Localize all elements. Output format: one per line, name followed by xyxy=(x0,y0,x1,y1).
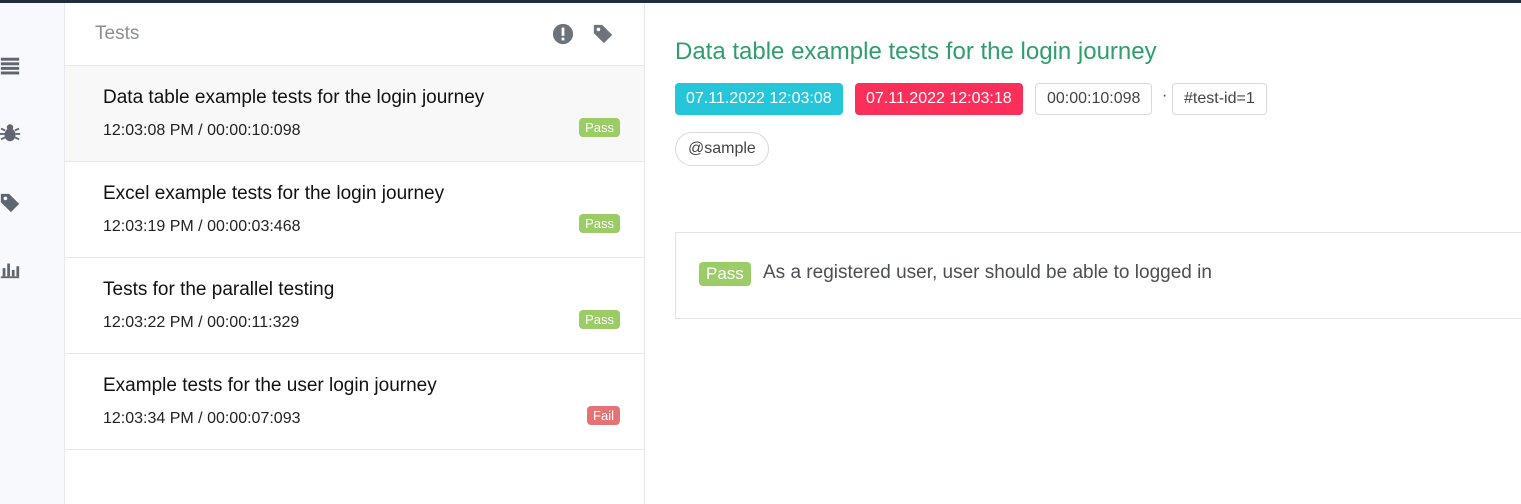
test-name: Example tests for the user login journey xyxy=(103,375,437,396)
test-list-item[interactable]: Excel example tests for the login journe… xyxy=(65,162,644,258)
status-badge: Pass xyxy=(579,310,620,329)
list-icon[interactable] xyxy=(0,54,22,78)
detail-title: Data table example tests for the login j… xyxy=(675,38,1157,65)
test-name: Tests for the parallel testing xyxy=(103,279,335,300)
tag-filter-icon[interactable] xyxy=(591,22,615,46)
test-name: Excel example tests for the login journe… xyxy=(103,183,445,204)
test-detail-panel: Data table example tests for the login j… xyxy=(645,3,1521,504)
start-time-badge: 07.11.2022 12:03:08 xyxy=(675,83,843,115)
step-row[interactable]: Pass As a registered user, user should b… xyxy=(675,232,1521,319)
test-list-header: Tests xyxy=(65,3,644,66)
sidebar xyxy=(0,3,65,504)
exclamation-icon[interactable] xyxy=(551,22,575,46)
test-time: 12:03:22 PM / 00:00:11:329 xyxy=(103,314,300,331)
bar-chart-icon[interactable] xyxy=(0,257,22,281)
status-badge: Pass xyxy=(579,214,620,233)
test-list-item[interactable]: Data table example tests for the login j… xyxy=(65,66,644,162)
test-name: Data table example tests for the login j… xyxy=(103,87,485,108)
test-time: 12:03:08 PM / 00:00:10:098 xyxy=(103,122,301,139)
duration-badge: 00:00:10:098 xyxy=(1035,83,1153,115)
end-time-badge: 07.11.2022 12:03:18 xyxy=(855,83,1023,115)
separator: · xyxy=(1162,87,1168,104)
test-time: 12:03:34 PM / 00:00:07:093 xyxy=(103,410,301,427)
test-list-item[interactable]: Example tests for the user login journey… xyxy=(65,354,644,450)
tag-pill[interactable]: @sample xyxy=(675,132,769,166)
step-status-badge: Pass xyxy=(699,262,751,286)
status-badge: Fail xyxy=(587,406,620,425)
step-description: As a registered user, user should be abl… xyxy=(763,262,1212,283)
bug-icon[interactable] xyxy=(0,121,22,145)
test-list-panel: Tests Data table example tests for the l… xyxy=(65,3,645,504)
test-id-badge: #test-id=1 xyxy=(1172,83,1267,115)
tag-icon[interactable] xyxy=(0,191,22,215)
test-list-item[interactable]: Tests for the parallel testing 12:03:22 … xyxy=(65,258,644,354)
test-time: 12:03:19 PM / 00:00:03:468 xyxy=(103,218,301,235)
test-list-title: Tests xyxy=(95,23,140,44)
status-badge: Pass xyxy=(579,118,620,137)
